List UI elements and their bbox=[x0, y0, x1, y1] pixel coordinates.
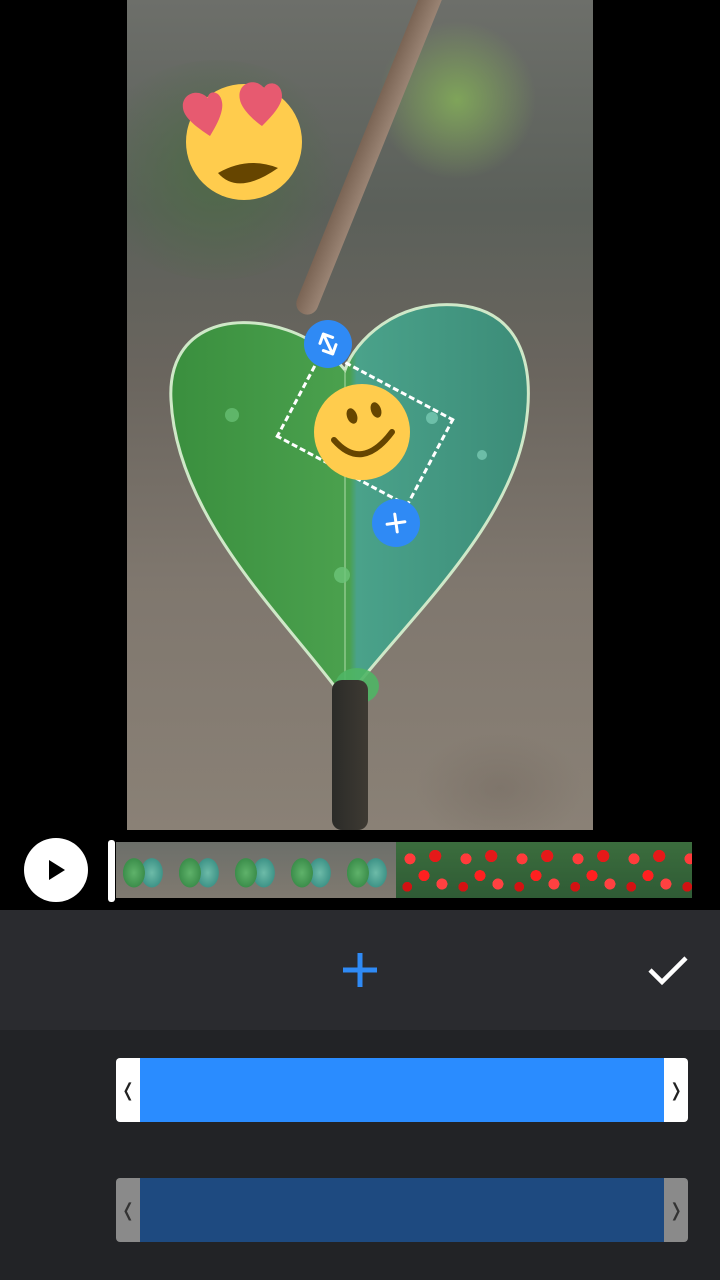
left-grip-glyph: ❬ bbox=[120, 1199, 136, 1221]
left-grip-glyph: ❬ bbox=[120, 1079, 136, 1101]
resize-arrows-icon bbox=[318, 332, 338, 356]
play-button[interactable] bbox=[24, 838, 88, 902]
confirm-button[interactable] bbox=[640, 946, 696, 994]
timeline-frame-leaf bbox=[340, 842, 396, 898]
sticker-tracks: ❬ ❭ ❬ ❭ bbox=[0, 1030, 720, 1280]
sticker-track-selected[interactable]: ❬ ❭ bbox=[116, 1058, 688, 1122]
video-preview[interactable] bbox=[0, 0, 720, 830]
timeline-frame-flower bbox=[508, 842, 564, 898]
play-icon bbox=[49, 860, 65, 880]
right-grip-glyph: ❭ bbox=[668, 1199, 684, 1221]
track-duration-bar[interactable] bbox=[140, 1058, 664, 1122]
track-left-trim-handle[interactable]: ❬ bbox=[116, 1178, 140, 1242]
timeline-frame-flower bbox=[676, 842, 692, 898]
timeline-bar bbox=[0, 830, 720, 910]
timeline-frame-leaf bbox=[116, 842, 172, 898]
smiley-emoji-sticker[interactable] bbox=[312, 382, 412, 482]
timeline-frame-flower bbox=[452, 842, 508, 898]
editor-toolbar bbox=[0, 910, 720, 1030]
track-duration-bar[interactable] bbox=[140, 1178, 664, 1242]
heart-eyes-emoji-sticker[interactable] bbox=[178, 78, 304, 204]
track-right-trim-handle[interactable]: ❭ bbox=[664, 1058, 688, 1122]
track-right-trim-handle[interactable]: ❭ bbox=[664, 1178, 688, 1242]
plus-icon bbox=[385, 512, 407, 534]
timeline-frame-leaf bbox=[284, 842, 340, 898]
playhead-cursor[interactable] bbox=[108, 840, 115, 902]
sticker-track-inactive[interactable]: ❬ ❭ bbox=[116, 1178, 688, 1242]
sticker-resize-handle[interactable] bbox=[304, 320, 352, 368]
sticker-add-handle[interactable] bbox=[372, 499, 420, 547]
timeline-frame-flower bbox=[620, 842, 676, 898]
plus-icon bbox=[343, 953, 377, 987]
add-sticker-button[interactable] bbox=[336, 946, 384, 994]
timeline-frame-leaf bbox=[172, 842, 228, 898]
track-left-trim-handle[interactable]: ❬ bbox=[116, 1058, 140, 1122]
right-grip-glyph: ❭ bbox=[668, 1079, 684, 1101]
timeline-frame-leaf bbox=[228, 842, 284, 898]
checkmark-icon bbox=[648, 956, 688, 986]
timeline-frames[interactable] bbox=[116, 842, 692, 898]
timeline-frame-flower bbox=[396, 842, 452, 898]
timeline-frame-flower bbox=[564, 842, 620, 898]
